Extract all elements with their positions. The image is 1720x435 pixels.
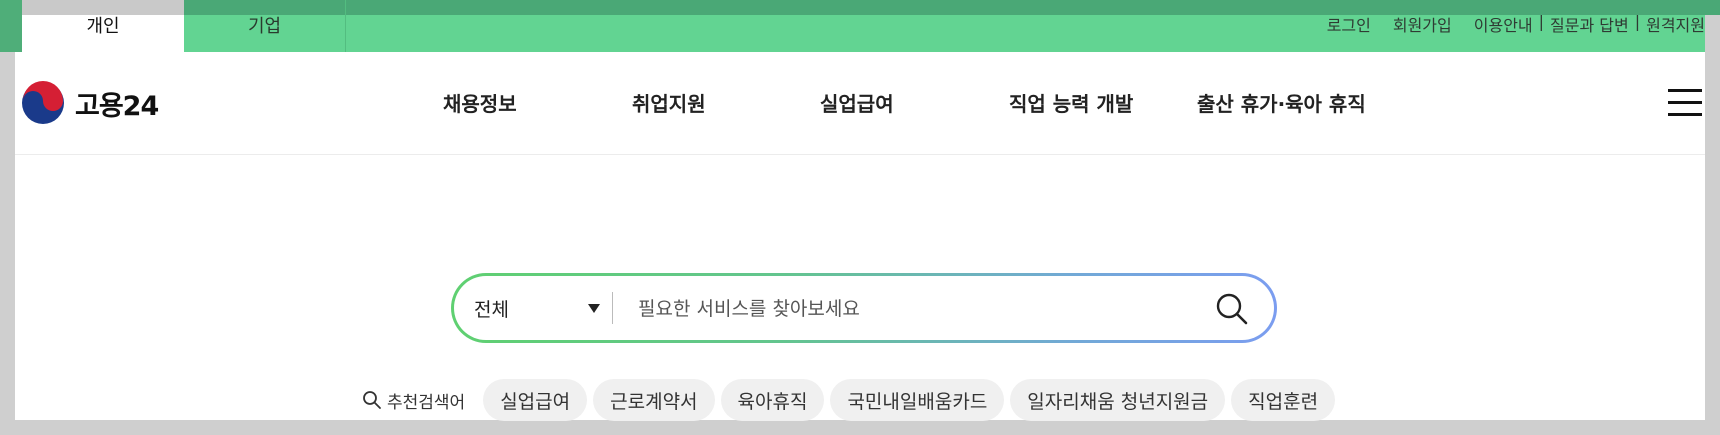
keyword-chip[interactable]: 국민내일배움카드 xyxy=(830,379,1005,421)
utility-links: 로그인 회원가입 이용안내 | 질문과 답변 | 원격지원 xyxy=(1327,12,1705,36)
search-small-icon xyxy=(363,391,381,409)
remote-support-link[interactable]: 원격지원 xyxy=(1646,12,1705,36)
nav-unemployment-benefit[interactable]: 실업급여 xyxy=(820,88,894,117)
nav-employment-support[interactable]: 취업지원 xyxy=(632,88,706,117)
site-logo[interactable]: 고용24 xyxy=(21,81,159,125)
hamburger-menu-icon[interactable] xyxy=(1668,89,1702,117)
guide-link[interactable]: 이용안내 xyxy=(1474,12,1533,36)
keyword-chip[interactable]: 실업급여 xyxy=(483,379,588,421)
keyword-chip[interactable]: 근로계약서 xyxy=(593,379,715,421)
qna-link[interactable]: 질문과 답변 xyxy=(1550,12,1629,36)
search-box-inner: 전체 xyxy=(454,276,1274,340)
login-link[interactable]: 로그인 xyxy=(1327,12,1371,36)
search-category-value: 전체 xyxy=(474,298,509,321)
nav-job-info[interactable]: 채용정보 xyxy=(443,88,517,117)
keyword-chip[interactable]: 직업훈련 xyxy=(1231,379,1336,421)
utility-gap xyxy=(1452,12,1474,36)
search-box: 전체 xyxy=(451,273,1277,343)
hamburger-line xyxy=(1668,89,1702,92)
recommended-label-text: 추천검색어 xyxy=(387,392,466,413)
keyword-chip[interactable]: 육아휴직 xyxy=(720,379,825,421)
keyword-chip[interactable]: 일자리채움 청년지원금 xyxy=(1010,379,1226,421)
tab-personal-label: 개인 xyxy=(86,16,120,37)
tab-corporate[interactable]: 기업 xyxy=(184,0,346,52)
utility-gap xyxy=(1371,12,1393,36)
search-input[interactable] xyxy=(636,288,1200,330)
site-header: 고용24 채용정보 취업지원 실업급여 직업 능력 개발 출산 휴가·육아 휴직 xyxy=(15,52,1705,155)
hamburger-line xyxy=(1668,113,1702,116)
nav-vocational-training[interactable]: 직업 능력 개발 xyxy=(1009,88,1133,117)
taeguk-logo-icon xyxy=(22,81,64,124)
search-icon[interactable] xyxy=(1215,292,1249,326)
top-utility-bar-edge xyxy=(0,0,22,52)
recommended-keywords: 추천검색어 실업급여 근로계약서 육아휴직 국민내일배움카드 일자리채움 청년지… xyxy=(362,379,1341,421)
nav-parental-leave[interactable]: 출산 휴가·육아 휴직 xyxy=(1197,88,1366,117)
logo-text: 고용24 xyxy=(75,90,159,122)
utility-separator: | xyxy=(1538,12,1545,31)
signup-link[interactable]: 회원가입 xyxy=(1393,12,1452,36)
tab-corporate-label: 기업 xyxy=(247,16,282,37)
caret-down-icon[interactable] xyxy=(588,304,600,313)
hamburger-line xyxy=(1668,101,1702,104)
utility-separator: | xyxy=(1634,12,1641,31)
search-divider xyxy=(612,292,613,324)
search-category-select[interactable]: 전체 xyxy=(474,276,604,340)
recommended-label: 추천검색어 xyxy=(362,388,465,413)
browser-frame: 개인 기업 로그인 회원가입 이용안내 | 질문과 답변 | 원격지원 고용24… xyxy=(0,0,1720,435)
tab-personal-shade xyxy=(22,0,184,15)
